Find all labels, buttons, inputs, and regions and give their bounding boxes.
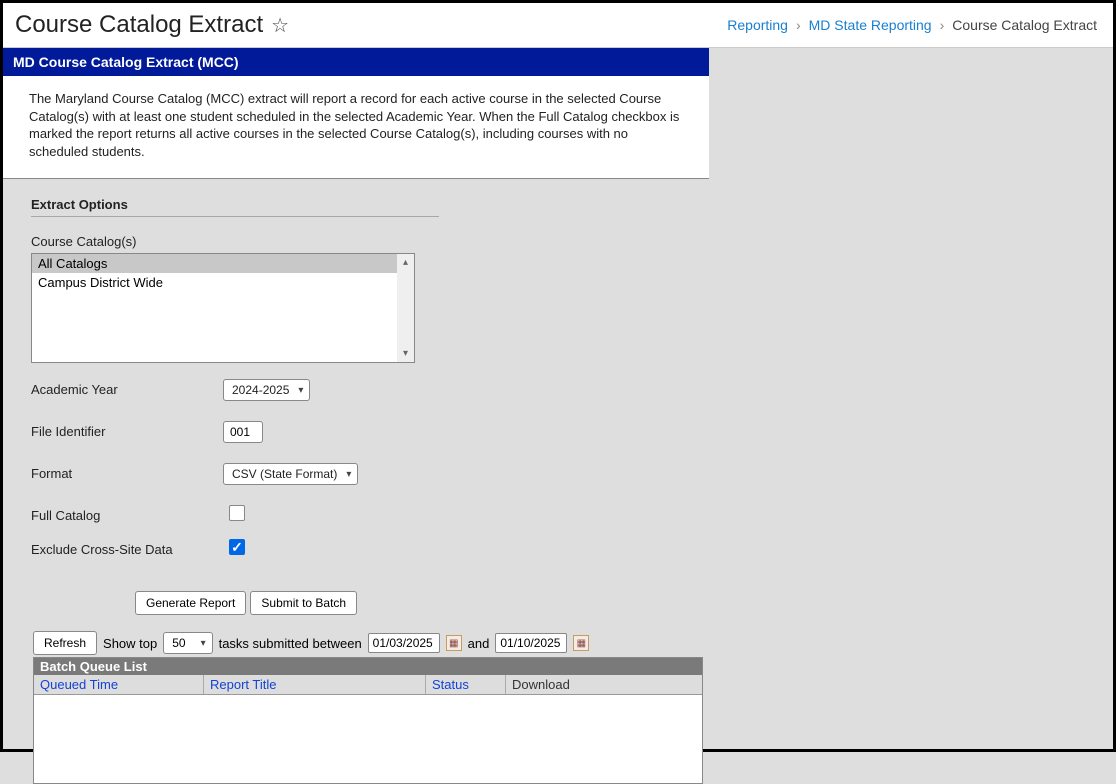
col-report-title[interactable]: Report Title	[210, 677, 276, 692]
exclude-cross-site-checkbox[interactable]: ✓	[229, 539, 245, 555]
course-catalogs-items: All Catalogs Campus District Wide	[32, 254, 397, 362]
file-identifier-label: File Identifier	[31, 421, 223, 439]
extract-options-heading: Extract Options	[31, 197, 709, 212]
col-queued-time[interactable]: Queued Time	[40, 677, 118, 692]
course-catalogs-listbox-wrap: All Catalogs Campus District Wide ▴ ▾	[31, 253, 709, 363]
full-catalog-checkbox[interactable]	[229, 505, 245, 521]
batch-queue-table: Batch Queue List Queued Time Report Titl…	[33, 657, 703, 784]
col-download: Download	[506, 675, 702, 694]
calendar-icon[interactable]: ▦	[446, 635, 462, 651]
course-catalogs-listbox[interactable]: All Catalogs Campus District Wide ▴ ▾	[31, 253, 415, 363]
academic-year-value: 2024-2025	[232, 383, 289, 397]
show-top-select[interactable]: 50	[163, 632, 212, 654]
batch-queue-body	[34, 695, 702, 783]
page-title: Course Catalog Extract ☆	[15, 11, 289, 39]
scroll-up-icon[interactable]: ▴	[397, 254, 414, 271]
breadcrumb-current: Course Catalog Extract	[952, 17, 1097, 33]
generate-report-button[interactable]: Generate Report	[135, 591, 246, 615]
between-label: tasks submitted between	[219, 636, 362, 651]
section-header: MD Course Catalog Extract (MCC)	[3, 48, 709, 76]
action-buttons: Generate Report Submit to Batch	[135, 591, 709, 615]
field-full-catalog: Full Catalog	[31, 505, 709, 523]
show-top-value: 50	[172, 636, 185, 650]
course-catalogs-label: Course Catalog(s)	[31, 231, 223, 249]
breadcrumb: Reporting › MD State Reporting › Course …	[727, 17, 1097, 33]
breadcrumb-state-reporting[interactable]: MD State Reporting	[809, 17, 932, 33]
top-bar: Course Catalog Extract ☆ Reporting › MD …	[3, 3, 1113, 48]
list-item[interactable]: Campus District Wide	[32, 273, 397, 292]
format-select[interactable]: CSV (State Format)	[223, 463, 358, 485]
show-top-label: Show top	[103, 636, 157, 651]
field-exclude-cross-site: Exclude Cross-Site Data ✓	[31, 539, 709, 557]
date-from-input[interactable]	[368, 633, 440, 653]
list-item[interactable]: All Catalogs	[32, 254, 397, 273]
field-format: Format CSV (State Format)	[31, 463, 709, 485]
col-status[interactable]: Status	[432, 677, 469, 692]
favorite-star-icon[interactable]: ☆	[271, 13, 289, 38]
main-panel: MD Course Catalog Extract (MCC) The Mary…	[3, 48, 709, 784]
scroll-down-icon[interactable]: ▾	[397, 345, 414, 362]
exclude-cross-site-label: Exclude Cross-Site Data	[31, 539, 223, 557]
refresh-button[interactable]: Refresh	[33, 631, 97, 655]
batch-queue-title: Batch Queue List	[34, 658, 702, 675]
batch-queue-header: Queued Time Report Title Status Download	[34, 675, 702, 695]
file-identifier-input[interactable]	[223, 421, 263, 443]
chevron-right-icon: ›	[940, 17, 945, 33]
full-catalog-label: Full Catalog	[31, 505, 223, 523]
calendar-icon[interactable]: ▦	[573, 635, 589, 651]
submit-to-batch-button[interactable]: Submit to Batch	[250, 591, 357, 615]
field-file-identifier: File Identifier	[31, 421, 709, 443]
format-value: CSV (State Format)	[232, 467, 337, 481]
breadcrumb-reporting[interactable]: Reporting	[727, 17, 788, 33]
section-description: The Maryland Course Catalog (MCC) extrac…	[3, 76, 709, 179]
page-title-text: Course Catalog Extract	[15, 11, 263, 39]
field-course-catalogs: Course Catalog(s)	[31, 231, 709, 249]
batch-queue-controls: Refresh Show top 50 tasks submitted betw…	[33, 631, 709, 655]
chevron-right-icon: ›	[796, 17, 801, 33]
field-academic-year: Academic Year 2024-2025	[31, 379, 709, 401]
and-label: and	[468, 636, 490, 651]
extract-options-area: Extract Options Course Catalog(s) All Ca…	[3, 179, 709, 784]
divider	[31, 216, 439, 217]
format-label: Format	[31, 463, 223, 481]
listbox-scrollbar[interactable]: ▴ ▾	[397, 254, 414, 362]
date-to-input[interactable]	[495, 633, 567, 653]
academic-year-label: Academic Year	[31, 379, 223, 397]
academic-year-select[interactable]: 2024-2025	[223, 379, 310, 401]
